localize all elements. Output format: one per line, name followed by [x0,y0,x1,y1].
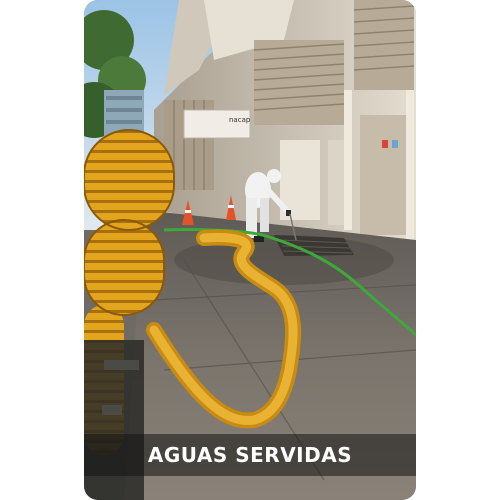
drain-cleaning-photo: nacap [84,0,416,500]
caption-bar: AGUAS SERVIDAS [84,434,416,476]
caption-title: AGUAS SERVIDAS [147,443,353,467]
service-card[interactable]: nacap AGUAS SERVIDAS [84,0,416,500]
svg-text:nacap: nacap [229,116,251,124]
